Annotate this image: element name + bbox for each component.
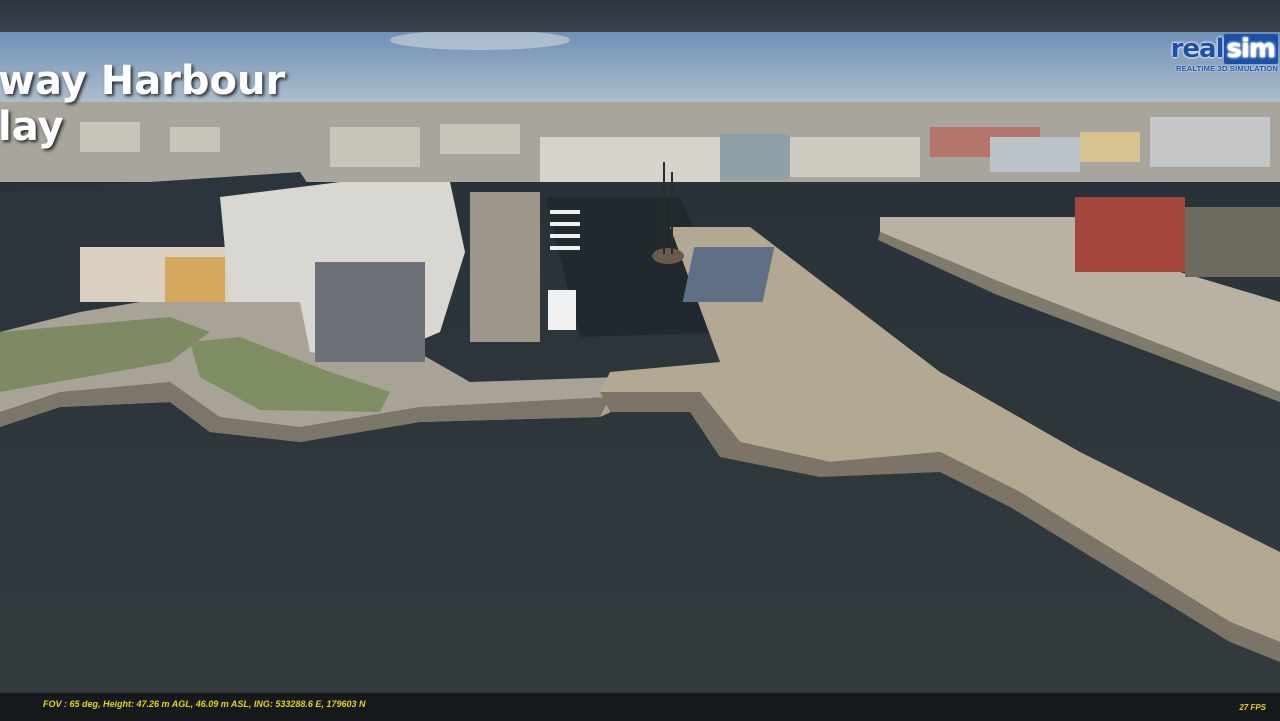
dark-building (1185, 207, 1280, 277)
top-bar (0, 0, 1280, 33)
red-building (1075, 197, 1185, 272)
fps-counter: 27 FPS (1239, 703, 1266, 712)
brand-name: real sim (1168, 34, 1278, 64)
camera-readout: FOV : 65 deg, Height: 47.26 m AGL, 46.09… (43, 699, 366, 709)
status-bar: FOV : 65 deg, Height: 47.26 m AGL, 46.09… (0, 692, 1280, 721)
sailing-ship (652, 248, 684, 264)
brand-tagline: REALTIME 3D SIMULATION (1175, 64, 1278, 73)
location-title: way Harbour lay (0, 58, 286, 150)
curved-block (315, 262, 425, 362)
realsim-logo: real sim REALTIME 3D SIMULATION (1168, 34, 1278, 86)
warehouse (682, 247, 775, 302)
quay-road (470, 192, 540, 342)
